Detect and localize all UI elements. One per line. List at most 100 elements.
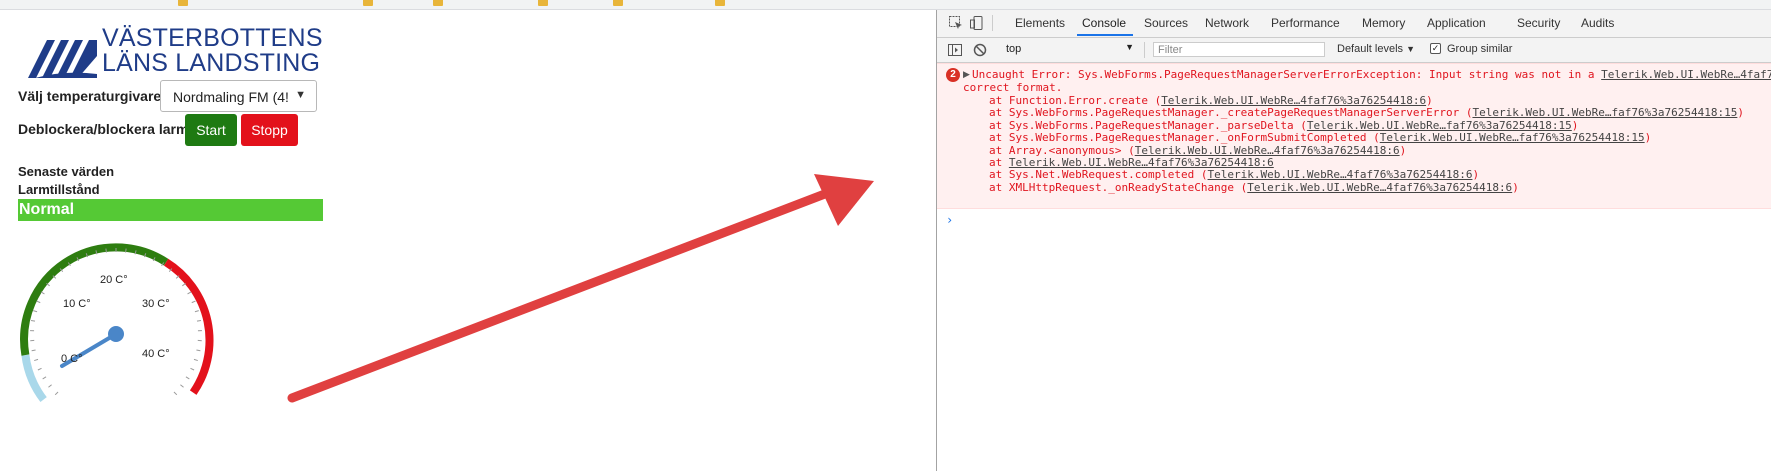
clear-console-icon[interactable]	[972, 42, 988, 58]
stack-frame: at Sys.WebForms.PageRequestManager._pars…	[989, 119, 1578, 132]
gauge-minor-tick	[180, 384, 184, 388]
gauge-minor-tick	[187, 291, 192, 295]
stack-frame-link[interactable]: Telerik.Web.UI.WebRe…4faf76%3a76254418:6	[1208, 168, 1473, 181]
stack-frame-text: at Sys.WebForms.PageRequestManager._crea…	[989, 106, 1473, 120]
gauge-minor-tick	[173, 391, 178, 396]
context-select[interactable]: top ▼	[1006, 42, 1134, 58]
gauge-minor-tick	[37, 367, 42, 371]
error-source-link[interactable]: Telerik.Web.UI.WebRe…4faf7	[1601, 68, 1771, 81]
tab-network[interactable]: Network	[1205, 16, 1249, 30]
stack-frame: at Sys.WebForms.PageRequestManager._onFo…	[989, 131, 1651, 144]
bookmark-folder-icon[interactable]	[610, 0, 626, 7]
group-similar-label: Group similar	[1447, 43, 1513, 55]
error-message-line1: Uncaught Error: Sys.WebForms.PageRequest…	[972, 68, 1771, 81]
stack-frame-close: )	[1426, 94, 1433, 107]
gauge-tick-label: 40 C°	[142, 348, 170, 360]
console-filter-input[interactable]	[1153, 42, 1325, 57]
gauge-minor-tick	[31, 349, 36, 352]
stack-frame-close: )	[1737, 106, 1744, 120]
gauge-minor-tick	[193, 358, 198, 362]
sensor-label: Välj temperaturgivare	[18, 88, 162, 104]
stack-frame-link[interactable]: Telerik.Web.UI.WebRe…4faf76%3a76254418:6	[1135, 144, 1400, 157]
stack-frame-text: at	[989, 156, 1009, 169]
gauge-minor-tick	[33, 310, 38, 313]
chevron-down-icon: ▼	[295, 89, 306, 101]
tab-performance[interactable]: Performance	[1271, 16, 1340, 30]
tab-memory[interactable]: Memory	[1362, 16, 1405, 30]
toolbar-divider	[992, 15, 993, 31]
sidebar-toggle-icon[interactable]	[947, 42, 963, 58]
toolbar-divider	[1144, 42, 1145, 58]
tab-audits[interactable]: Audits	[1581, 16, 1614, 30]
bookmark-folder-icon[interactable]	[360, 0, 376, 7]
inspect-element-icon[interactable]	[948, 15, 964, 31]
tab-elements[interactable]: Elements	[1015, 16, 1065, 30]
console-error-message: 2 ▶ Uncaught Error: Sys.WebForms.PageReq…	[937, 63, 1771, 209]
stack-frame: at Sys.WebForms.PageRequestManager._crea…	[989, 106, 1744, 119]
stack-frame-text: at Sys.Net.WebRequest.completed (	[989, 168, 1208, 182]
gauge-minor-tick	[182, 283, 186, 287]
stack-frame-close: )	[1571, 118, 1579, 132]
console-toolbar: top ▼ Default levels ▼ ✓ Group similar	[937, 38, 1771, 63]
bookmark-folder-icon[interactable]	[712, 0, 728, 7]
stack-frame-text: at Function.Error.create (	[989, 94, 1162, 107]
stack-frame-close: )	[1472, 168, 1480, 182]
error-message-text: Uncaught Error: Sys.WebForms.PageRequest…	[972, 68, 1602, 81]
active-tab-indicator	[1077, 34, 1133, 36]
sensor-select[interactable]: Nordmaling FM (4! ▼	[160, 80, 317, 112]
group-similar-checkbox[interactable]: ✓	[1430, 43, 1441, 54]
stack-frame: at Array.<anonymous> (Telerik.Web.UI.Web…	[989, 144, 1406, 157]
gauge-minor-tick	[54, 391, 59, 396]
stack-frame-text: at Sys.WebForms.PageRequestManager._pars…	[989, 118, 1307, 132]
bookmarks-bar	[0, 0, 1771, 10]
stack-frame-text: at Array.<anonymous> (	[989, 143, 1135, 157]
log-levels-dropdown[interactable]: Default levels ▼	[1337, 43, 1415, 55]
log-levels-label: Default levels	[1337, 43, 1404, 55]
bookmark-folder-icon[interactable]	[430, 0, 446, 7]
gauge-minor-tick	[190, 367, 195, 371]
web-page: VÄSTERBOTTENS LÄNS LANDSTING Välj temper…	[0, 10, 936, 471]
gauge-tick-label: 0 C°	[61, 353, 83, 365]
error-count-badge: 2	[946, 68, 960, 82]
gauge-tick-label: 10 C°	[63, 298, 91, 310]
gauge-dial	[20, 243, 214, 403]
stack-frame-link[interactable]: Telerik.Web.UI.WebRe…4faf76%3a76254418:6	[1009, 156, 1274, 169]
gauge-minor-tick	[191, 300, 196, 304]
start-button[interactable]: Start	[185, 114, 237, 146]
chevron-down-icon: ▼	[1406, 44, 1416, 54]
tab-application[interactable]: Application	[1427, 16, 1486, 30]
device-toolbar-icon[interactable]	[969, 15, 985, 31]
gauge-minor-tick	[196, 320, 202, 322]
stack-frame-link[interactable]: Telerik.Web.UI.WebRe…faf76%3a76254418:15	[1307, 119, 1572, 132]
latest-values-label: Senaste värden	[18, 164, 115, 179]
stack-frame-text: at XMLHttpRequest._onReadyStateChange (	[989, 180, 1248, 194]
stack-frame-link[interactable]: Telerik.Web.UI.WebRe…faf76%3a76254418:15	[1380, 131, 1645, 144]
stack-frame-link[interactable]: Telerik.Web.UI.WebRe…faf76%3a76254418:15	[1472, 106, 1737, 119]
gauge-minor-tick	[48, 384, 52, 388]
error-message-line2: correct format.	[963, 81, 1063, 94]
console-prompt[interactable]: ›	[946, 213, 953, 227]
gauge-minor-tick	[194, 310, 199, 313]
gauge-minor-tick	[196, 349, 201, 352]
expand-triangle-icon[interactable]: ▶	[963, 69, 970, 80]
stop-button[interactable]: Stopp	[241, 114, 298, 146]
gauge-tick-label: 20 C°	[100, 274, 128, 286]
bookmark-folder-icon[interactable]	[175, 0, 191, 7]
stack-frame-link[interactable]: Telerik.Web.UI.WebRe…4faf76%3a76254418:6	[1247, 181, 1512, 194]
gauge-minor-tick	[36, 300, 41, 304]
tab-security[interactable]: Security	[1517, 16, 1560, 30]
stack-frame-link[interactable]: Telerik.Web.UI.WebRe…4faf76%3a76254418:6	[1161, 94, 1426, 107]
tab-sources[interactable]: Sources	[1144, 16, 1188, 30]
tab-console[interactable]: Console	[1082, 16, 1126, 30]
gauge-minor-tick	[30, 320, 36, 322]
gauge-minor-tick	[185, 376, 190, 380]
gauge-minor-tick	[34, 358, 39, 362]
alarm-toggle-label: Deblockera/blockera larm	[18, 121, 189, 137]
stack-frame: at Function.Error.create (Telerik.Web.UI…	[989, 94, 1433, 107]
bookmark-folder-icon[interactable]	[535, 0, 551, 7]
logo-line2: LÄNS LANDSTING	[102, 49, 321, 77]
stack-frame: at Sys.Net.WebRequest.completed (Telerik…	[989, 168, 1479, 181]
gauge-minor-tick	[42, 376, 47, 380]
logo-line1: VÄSTERBOTTENS	[102, 24, 323, 52]
stack-frame: at Telerik.Web.UI.WebRe…4faf76%3a7625441…	[989, 156, 1274, 169]
